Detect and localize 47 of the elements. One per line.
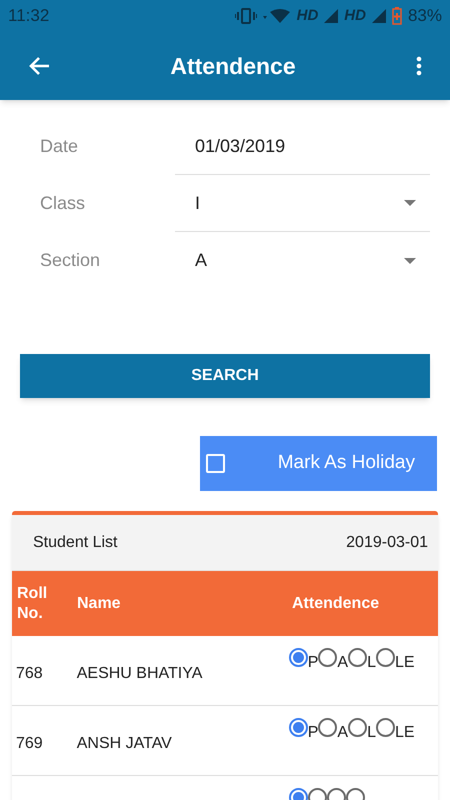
field-label: Class <box>40 192 86 215</box>
option-label: A <box>337 655 348 671</box>
more-options-icon[interactable] <box>416 56 422 76</box>
column-header: Roll No. <box>16 584 48 624</box>
field-label: Date <box>40 135 80 158</box>
field-label: Section <box>40 249 102 272</box>
radio-button[interactable] <box>288 648 308 667</box>
signal-icon <box>372 9 386 23</box>
option-label: P <box>308 725 318 741</box>
dropdown-field[interactable]: A <box>175 232 430 289</box>
network-label: HD <box>344 6 366 26</box>
battery-percent: 83% <box>408 5 442 28</box>
option-label: L <box>367 655 376 671</box>
radio-button[interactable] <box>318 648 338 667</box>
signal-icon <box>324 9 338 23</box>
option-label: A <box>337 725 348 741</box>
radio-button[interactable] <box>376 648 395 667</box>
back-arrow-icon[interactable] <box>28 56 50 76</box>
option-label: L <box>367 725 376 741</box>
card-title: Student List <box>33 532 118 552</box>
option-label: LE <box>394 725 415 741</box>
column-header: Attendence <box>292 594 380 614</box>
battery-icon <box>392 7 402 25</box>
screen-title: Attendence <box>169 52 297 81</box>
network-label: HD <box>296 6 318 26</box>
dropdown-caret-icon <box>404 258 416 264</box>
option-label: LE <box>394 655 415 671</box>
option-label: P <box>308 655 318 671</box>
dropdown-caret-icon <box>404 200 416 206</box>
checkbox[interactable] <box>206 454 225 473</box>
search-button[interactable]: SEARCH <box>20 354 430 398</box>
radio-button[interactable] <box>288 718 308 737</box>
status-time: 11:32 <box>8 5 50 28</box>
dropdown-field[interactable]: I <box>175 175 430 232</box>
radio-button[interactable] <box>348 718 368 737</box>
radio-button[interactable] <box>376 718 395 737</box>
radio-button[interactable] <box>348 648 368 667</box>
column-header: Name <box>77 594 122 614</box>
table-cell: AESHU BHATIYA <box>76 665 202 682</box>
wifi-icon <box>262 9 291 23</box>
radio-button[interactable] <box>318 718 338 737</box>
table-cell: ANSH JATAV <box>76 735 172 752</box>
table-cell: 769 <box>16 735 43 752</box>
card-date: 2019-03-01 <box>346 532 428 552</box>
date-field[interactable]: 01/03/2019 <box>175 118 430 175</box>
table-cell: 768 <box>16 665 43 682</box>
vibrate-icon <box>234 8 257 24</box>
